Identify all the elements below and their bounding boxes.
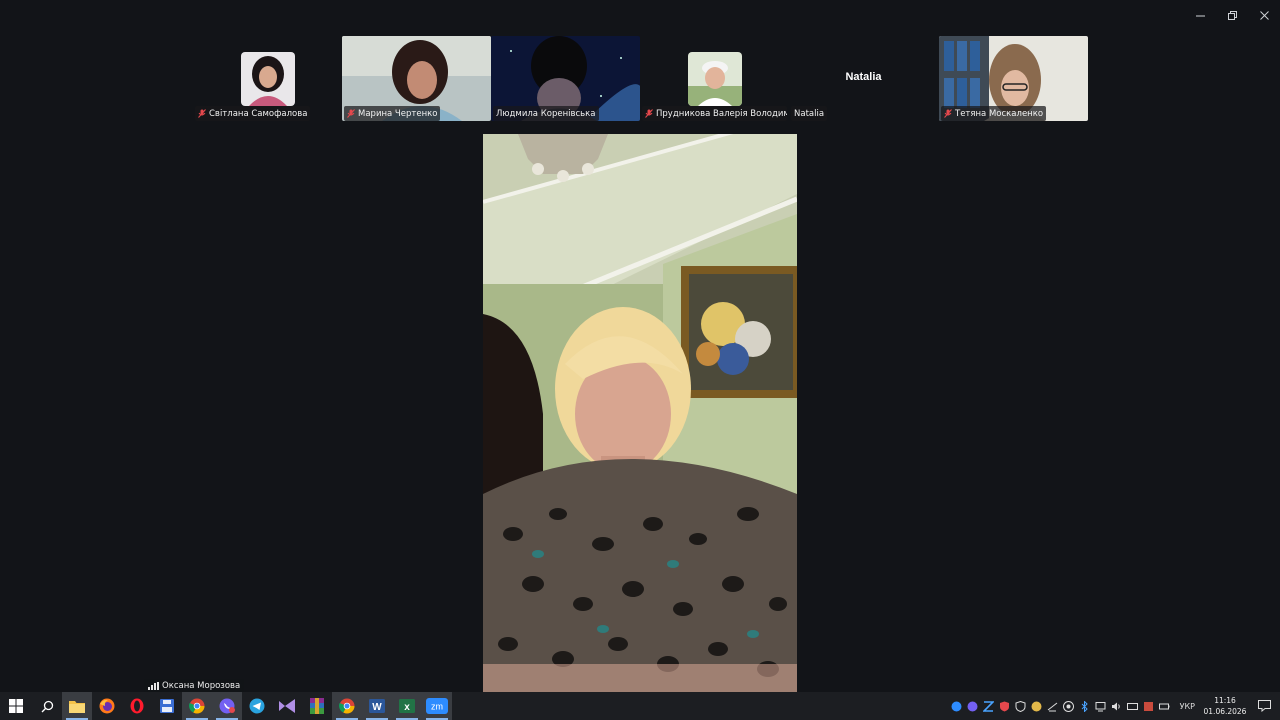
clock-time: 11:16 — [1214, 696, 1236, 705]
tray-viber-icon[interactable] — [965, 692, 981, 720]
telegram-icon — [249, 698, 265, 714]
participant-avatar — [687, 52, 742, 106]
tray-shield-icon[interactable] — [997, 692, 1013, 720]
viber-icon — [219, 698, 235, 714]
firefox-icon — [99, 698, 115, 714]
taskbar-app-opera[interactable] — [122, 692, 152, 720]
excel-icon: x — [399, 699, 415, 713]
tray-bluetooth-icon[interactable] — [1077, 692, 1093, 720]
participant-gallery: Світлана Самофалова Марина Чертенко Людм… — [0, 36, 1280, 122]
taskbar-app-visual-studio[interactable] — [272, 692, 302, 720]
participant-name-tag: Natalia — [791, 106, 828, 121]
tray-z-icon[interactable] — [981, 692, 997, 720]
restore-icon — [1227, 10, 1237, 20]
taskbar-app-viber[interactable] — [212, 692, 242, 720]
taskbar: W x zm УКР 11:16 01.06.2026 — [0, 692, 1280, 720]
participant-tile[interactable]: Марина Чертенко — [342, 36, 491, 121]
tray-monitor-icon[interactable] — [1093, 692, 1109, 720]
system-clock[interactable]: 11:16 01.06.2026 — [1202, 695, 1248, 717]
participant-tile[interactable]: Прудникова Валерія Володимир... — [640, 36, 789, 121]
participant-display-name: Natalia — [845, 71, 882, 83]
taskbar-app-chrome[interactable] — [182, 692, 212, 720]
floppy-icon — [160, 699, 174, 713]
taskbar-app-telegram[interactable] — [242, 692, 272, 720]
tray-app-icon[interactable] — [1141, 692, 1157, 720]
mic-muted-icon — [347, 109, 355, 118]
taskbar-app-zoom[interactable]: zm — [422, 692, 452, 720]
minimize-button[interactable] — [1184, 0, 1216, 30]
volume-icon[interactable] — [1109, 692, 1125, 720]
tray-network-icon[interactable] — [1045, 692, 1061, 720]
participant-name: Прудникова Валерія Володимир... — [656, 108, 787, 119]
signal-bars-icon — [148, 681, 159, 690]
word-icon: W — [369, 699, 385, 713]
participant-tile[interactable]: Світлана Самофалова — [193, 36, 342, 121]
restore-button[interactable] — [1216, 0, 1248, 30]
tray-circle-icon[interactable] — [1029, 692, 1045, 720]
window-controls — [1184, 0, 1280, 30]
svg-text:zm: zm — [431, 702, 443, 712]
active-speaker-name-tag: Оксана Морозова — [144, 679, 245, 692]
vs-icon — [279, 699, 295, 713]
participant-name-tag: Тетяна Москаленко — [941, 106, 1047, 121]
tray-zoom-icon[interactable] — [949, 692, 965, 720]
system-tray: УКР 11:16 01.06.2026 — [949, 692, 1280, 720]
close-icon — [1259, 10, 1269, 20]
taskbar-app-chrome[interactable] — [332, 692, 362, 720]
clock-date: 01.06.2026 — [1203, 707, 1247, 716]
language-indicator[interactable]: УКР — [1173, 702, 1202, 711]
active-speaker-video[interactable] — [483, 134, 797, 692]
chrome-icon — [339, 698, 355, 714]
tray-defender-icon[interactable] — [1013, 692, 1029, 720]
minimize-icon — [1195, 15, 1205, 16]
mic-muted-icon — [645, 109, 653, 118]
participant-tile[interactable]: Тетяна Москаленко — [939, 36, 1088, 121]
notifications-button[interactable] — [1248, 692, 1280, 720]
zoom-icon: zm — [426, 698, 448, 714]
windows-start-icon — [9, 699, 23, 713]
participant-name-tag: Людмила Коренівська — [493, 106, 599, 121]
taskbar-app-save[interactable] — [152, 692, 182, 720]
participant-tile[interactable]: Людмила Коренівська — [491, 36, 640, 121]
svg-text:x: x — [404, 702, 410, 713]
start-button[interactable] — [0, 692, 32, 720]
participant-tile[interactable]: Natalia Natalia — [789, 36, 938, 121]
tray-avast-icon[interactable] — [1061, 692, 1077, 720]
svg-text:W: W — [372, 702, 382, 713]
speaker-video-frame — [483, 134, 797, 692]
participant-name: Марина Чертенко — [358, 108, 438, 119]
taskbar-app-word[interactable]: W — [362, 692, 392, 720]
participant-name: Тетяна Москаленко — [955, 108, 1044, 119]
taskbar-app-winrar[interactable] — [302, 692, 332, 720]
close-button[interactable] — [1248, 0, 1280, 30]
active-speaker-name: Оксана Морозова — [162, 680, 241, 691]
participant-name: Людмила Коренівська — [496, 108, 596, 119]
mic-muted-icon — [198, 109, 206, 118]
taskbar-app-file-explorer[interactable] — [62, 692, 92, 720]
notification-icon — [1257, 700, 1271, 712]
winrar-icon — [310, 698, 324, 714]
tray-keyboard-icon[interactable] — [1125, 692, 1141, 720]
tray-battery-icon[interactable] — [1157, 692, 1173, 720]
taskbar-app-excel[interactable]: x — [392, 692, 422, 720]
taskbar-app-firefox[interactable] — [92, 692, 122, 720]
opera-icon — [130, 698, 144, 714]
search-button[interactable] — [32, 692, 62, 720]
search-icon — [41, 700, 53, 712]
participant-name: Світлана Самофалова — [209, 108, 308, 119]
participant-name-tag: Прудникова Валерія Володимир... — [642, 106, 787, 121]
participant-name: Natalia — [794, 108, 825, 119]
chrome-icon — [189, 698, 205, 714]
participant-name-tag: Світлана Самофалова — [195, 106, 311, 121]
participant-name-tag: Марина Чертенко — [344, 106, 441, 121]
mic-muted-icon — [944, 109, 952, 118]
folder-icon — [69, 701, 85, 713]
participant-avatar — [240, 52, 295, 106]
